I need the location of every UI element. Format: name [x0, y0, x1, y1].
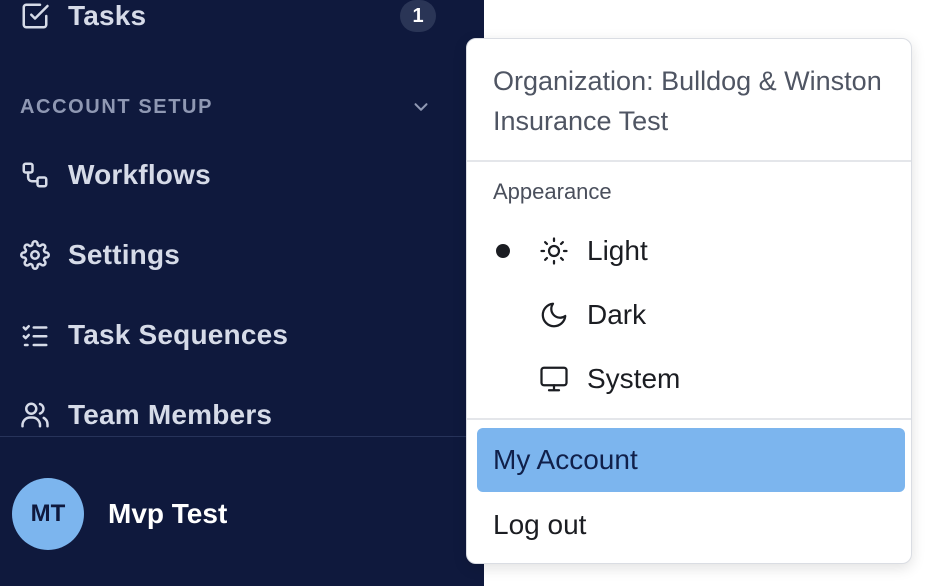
sidebar-item-workflows[interactable]: Workflows — [20, 155, 440, 195]
workflow-icon — [20, 159, 52, 191]
sidebar: Tasks 1 ACCOUNT SETUP Workflows Settings — [0, 0, 484, 586]
user-menu-button[interactable]: MT Mvp Test — [12, 478, 227, 550]
user-name: Mvp Test — [108, 498, 228, 529]
sidebar-item-label: Workflows — [68, 159, 211, 190]
theme-label: Dark — [587, 299, 647, 330]
sidebar-item-team-members[interactable]: Team Members — [20, 395, 440, 435]
sidebar-item-settings[interactable]: Settings — [20, 235, 440, 275]
theme-label: System — [587, 363, 681, 394]
theme-label: Light — [587, 235, 648, 266]
menu-divider — [467, 418, 911, 420]
logout-menu-item[interactable]: Log out — [477, 493, 905, 557]
list-checks-icon — [20, 319, 52, 351]
users-icon — [20, 399, 52, 431]
tasks-count-badge: 1 — [400, 0, 436, 32]
sidebar-divider — [0, 436, 484, 437]
appearance-label: Appearance — [493, 179, 612, 204]
user-dropdown-menu: Organization: Bulldog & Winston Insuranc… — [466, 38, 912, 564]
avatar: MT — [12, 478, 84, 550]
sidebar-item-label: Tasks — [68, 0, 147, 31]
selected-indicator — [487, 244, 519, 258]
sidebar-item-tasks[interactable]: Tasks 1 — [20, 0, 440, 36]
sidebar-item-task-sequences[interactable]: Task Sequences — [20, 315, 440, 355]
theme-option-dark[interactable]: Dark — [487, 291, 887, 339]
sidebar-item-label: Settings — [68, 239, 181, 270]
checkbox-icon — [20, 0, 52, 32]
account-setup-section-toggle[interactable]: ACCOUNT SETUP — [20, 92, 432, 122]
organization-name: Organization: Bulldog & Winston Insuranc… — [493, 66, 882, 136]
sidebar-item-label: Team Members — [68, 399, 273, 430]
monitor-icon — [539, 363, 571, 395]
section-title: ACCOUNT SETUP — [20, 95, 214, 118]
theme-option-system[interactable]: System — [487, 355, 887, 403]
sun-icon — [539, 235, 571, 267]
theme-option-light[interactable]: Light — [487, 227, 887, 275]
sidebar-item-label: Task Sequences — [68, 319, 289, 350]
chevron-down-icon — [414, 103, 428, 111]
gear-icon — [20, 239, 52, 271]
my-account-menu-item[interactable]: My Account — [477, 428, 905, 492]
menu-divider — [467, 160, 911, 162]
moon-icon — [539, 299, 571, 331]
